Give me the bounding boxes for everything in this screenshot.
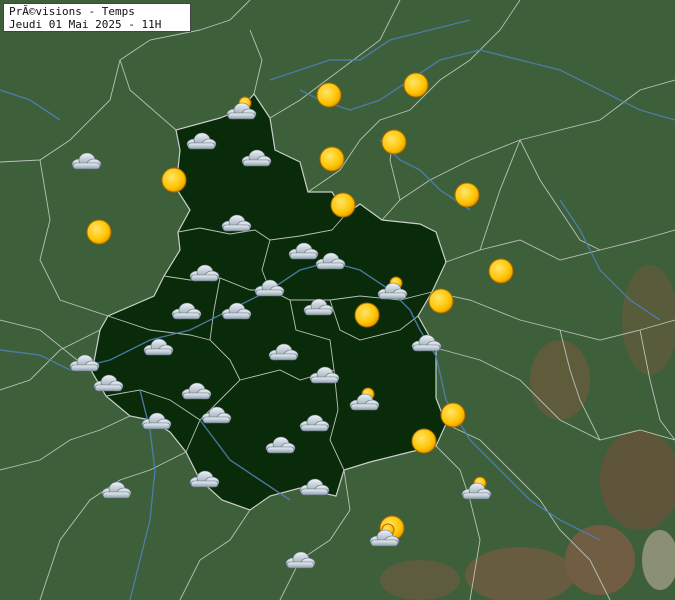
sun-icon (86, 219, 112, 245)
legend-date: Jeudi 01 Mai 2025 - 11H (9, 18, 162, 31)
sun-icon (488, 258, 514, 284)
weather-map (0, 0, 675, 600)
sun-icon (454, 182, 480, 208)
sun-icon (440, 402, 466, 428)
sun-icon (411, 428, 437, 454)
sun-icon (330, 192, 356, 218)
sun-icon (403, 72, 429, 98)
sun-icon (316, 82, 342, 108)
sun-icon (161, 167, 187, 193)
sun-icon (354, 302, 380, 328)
forecast-legend: PrÃ©visions - Temps Jeudi 01 Mai 2025 - … (3, 3, 191, 32)
sun-icon (381, 129, 407, 155)
sun-icon (428, 288, 454, 314)
sun-icon (319, 146, 345, 172)
legend-title: PrÃ©visions - Temps (9, 5, 135, 18)
